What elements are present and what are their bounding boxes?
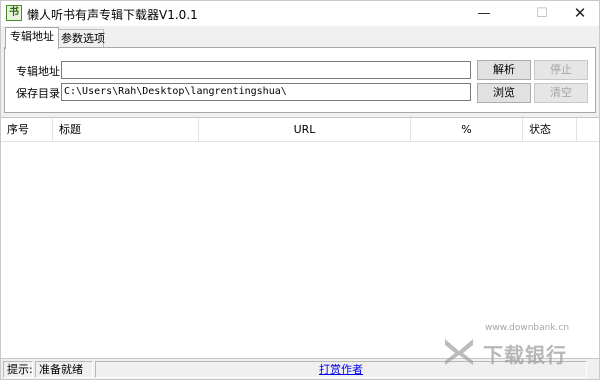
status-hint-label: 提示: <box>3 361 33 378</box>
browse-button[interactable]: 浏览 <box>477 83 531 103</box>
status-message: 准备就绪 <box>35 361 93 378</box>
window-title: 懒人听书有声专辑下载器V1.0.1 <box>27 8 198 22</box>
parse-button[interactable]: 解析 <box>477 60 531 80</box>
list-header: 序号 标题 URL % 状态 <box>1 118 599 142</box>
column-header-status[interactable]: 状态 <box>523 118 577 142</box>
tab-album-url[interactable]: 专辑地址 <box>5 27 59 49</box>
clear-button[interactable]: 清空 <box>534 83 588 103</box>
tab-options[interactable]: 参数选项 <box>56 29 105 48</box>
downbank-logo-icon <box>445 339 473 365</box>
save-dir-input[interactable]: C:\Users\Rah\Desktop\langrentingshua\ <box>61 83 471 101</box>
column-header-title[interactable]: 标题 <box>53 118 199 142</box>
close-button[interactable]: ✕ <box>557 1 600 26</box>
app-window: 书 懒人听书有声专辑下载器V1.0.1 — ☐ ✕ 专辑地址 参数选项 专辑地址… <box>0 0 600 380</box>
column-header-index[interactable]: 序号 <box>1 118 53 142</box>
album-url-input[interactable] <box>61 61 471 79</box>
url-label: 专辑地址: <box>16 65 64 78</box>
stop-button[interactable]: 停止 <box>534 60 588 80</box>
album-url-panel: 专辑地址: 解析 停止 保存目录: C:\Users\Rah\Desktop\l… <box>4 47 596 113</box>
column-header-url[interactable]: URL <box>199 118 411 142</box>
column-header-percent[interactable]: % <box>411 118 523 142</box>
watermark-url: www.downbank.cn <box>485 323 570 333</box>
minimize-button[interactable]: — <box>461 1 507 26</box>
save-dir-label: 保存目录: <box>16 87 64 100</box>
title-bar[interactable]: 书 懒人听书有声专辑下载器V1.0.1 — ☐ ✕ <box>1 1 599 26</box>
watermark-text: 下载银行 <box>483 343 567 367</box>
app-book-icon: 书 <box>6 5 22 21</box>
